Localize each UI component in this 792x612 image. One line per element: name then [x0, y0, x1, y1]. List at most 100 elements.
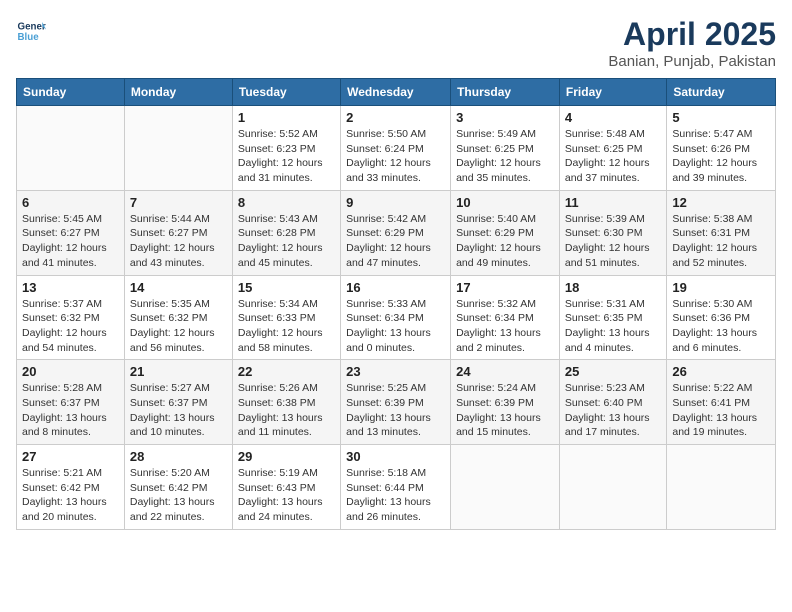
logo: General Blue	[16, 16, 46, 46]
weekday-header-friday: Friday	[559, 79, 666, 106]
calendar-cell: 25 Sunrise: 5:23 AM Sunset: 6:40 PM Dayli…	[559, 360, 666, 445]
day-info: Sunrise: 5:49 AM Sunset: 6:25 PM Dayligh…	[456, 127, 554, 186]
calendar-cell	[124, 106, 232, 191]
svg-text:General: General	[18, 22, 47, 33]
day-number: 3	[456, 110, 554, 125]
calendar-week-row: 1 Sunrise: 5:52 AM Sunset: 6:23 PM Daylig…	[17, 106, 776, 191]
calendar-cell: 15 Sunrise: 5:34 AM Sunset: 6:33 PM Dayli…	[232, 275, 340, 360]
calendar-cell: 20 Sunrise: 5:28 AM Sunset: 6:37 PM Dayli…	[17, 360, 125, 445]
weekday-header-row: SundayMondayTuesdayWednesdayThursdayFrid…	[17, 79, 776, 106]
day-info: Sunrise: 5:26 AM Sunset: 6:38 PM Dayligh…	[238, 381, 335, 440]
day-number: 7	[130, 195, 227, 210]
day-number: 24	[456, 364, 554, 379]
day-info: Sunrise: 5:31 AM Sunset: 6:35 PM Dayligh…	[565, 297, 661, 356]
calendar-cell: 18Sunrise: 5:31 AM Sunset: 6:35 PM Dayli…	[559, 275, 666, 360]
calendar-cell	[667, 445, 776, 530]
weekday-header-wednesday: Wednesday	[341, 79, 451, 106]
calendar-cell: 29 Sunrise: 5:19 AM Sunset: 6:43 PM Dayli…	[232, 445, 340, 530]
day-number: 20	[22, 364, 119, 379]
calendar-cell	[451, 445, 560, 530]
day-info: Sunrise: 5:33 AM Sunset: 6:34 PM Dayligh…	[346, 297, 445, 356]
calendar-cell: 10 Sunrise: 5:40 AM Sunset: 6:29 PM Dayli…	[451, 190, 560, 275]
calendar-cell: 3 Sunrise: 5:49 AM Sunset: 6:25 PM Daylig…	[451, 106, 560, 191]
calendar-cell: 6Sunrise: 5:45 AM Sunset: 6:27 PM Daylig…	[17, 190, 125, 275]
day-info: Sunrise: 5:22 AM Sunset: 6:41 PM Dayligh…	[672, 381, 770, 440]
calendar-week-row: 27 Sunrise: 5:21 AM Sunset: 6:42 PM Dayli…	[17, 445, 776, 530]
day-number: 15	[238, 280, 335, 295]
day-number: 4	[565, 110, 661, 125]
day-number: 14	[130, 280, 227, 295]
day-number: 30	[346, 449, 445, 464]
calendar-cell: 12 Sunrise: 5:38 AM Sunset: 6:31 PM Dayli…	[667, 190, 776, 275]
weekday-header-monday: Monday	[124, 79, 232, 106]
day-info: Sunrise: 5:19 AM Sunset: 6:43 PM Dayligh…	[238, 466, 335, 525]
day-number: 28	[130, 449, 227, 464]
calendar-cell: 22Sunrise: 5:26 AM Sunset: 6:38 PM Dayli…	[232, 360, 340, 445]
day-number: 10	[456, 195, 554, 210]
calendar-cell	[559, 445, 666, 530]
day-info: Sunrise: 5:52 AM Sunset: 6:23 PM Dayligh…	[238, 127, 335, 186]
day-info: Sunrise: 5:34 AM Sunset: 6:33 PM Dayligh…	[238, 297, 335, 356]
day-info: Sunrise: 5:24 AM Sunset: 6:39 PM Dayligh…	[456, 381, 554, 440]
day-number: 27	[22, 449, 119, 464]
weekday-header-saturday: Saturday	[667, 79, 776, 106]
day-info: Sunrise: 5:18 AM Sunset: 6:44 PM Dayligh…	[346, 466, 445, 525]
day-number: 5	[672, 110, 770, 125]
calendar-cell: 16 Sunrise: 5:33 AM Sunset: 6:34 PM Dayli…	[341, 275, 451, 360]
location: Banian, Punjab, Pakistan	[608, 53, 776, 70]
day-number: 16	[346, 280, 445, 295]
weekday-header-thursday: Thursday	[451, 79, 560, 106]
page-header: General Blue April 2025 Banian, Punjab, …	[16, 16, 776, 70]
day-number: 11	[565, 195, 661, 210]
calendar-cell: 27 Sunrise: 5:21 AM Sunset: 6:42 PM Dayli…	[17, 445, 125, 530]
day-number: 19	[672, 280, 770, 295]
day-info: Sunrise: 5:42 AM Sunset: 6:29 PM Dayligh…	[346, 212, 445, 271]
day-info: Sunrise: 5:37 AM Sunset: 6:32 PM Dayligh…	[22, 297, 119, 356]
day-number: 12	[672, 195, 770, 210]
day-info: Sunrise: 5:43 AM Sunset: 6:28 PM Dayligh…	[238, 212, 335, 271]
day-info: Sunrise: 5:21 AM Sunset: 6:42 PM Dayligh…	[22, 466, 119, 525]
calendar-cell: 28Sunrise: 5:20 AM Sunset: 6:42 PM Dayli…	[124, 445, 232, 530]
calendar-cell: 4Sunrise: 5:48 AM Sunset: 6:25 PM Daylig…	[559, 106, 666, 191]
day-info: Sunrise: 5:40 AM Sunset: 6:29 PM Dayligh…	[456, 212, 554, 271]
calendar-week-row: 6Sunrise: 5:45 AM Sunset: 6:27 PM Daylig…	[17, 190, 776, 275]
title-block: April 2025 Banian, Punjab, Pakistan	[608, 16, 776, 70]
day-number: 8	[238, 195, 335, 210]
calendar-cell: 9 Sunrise: 5:42 AM Sunset: 6:29 PM Daylig…	[341, 190, 451, 275]
weekday-header-tuesday: Tuesday	[232, 79, 340, 106]
month-title: April 2025	[608, 16, 776, 53]
day-number: 21	[130, 364, 227, 379]
day-number: 26	[672, 364, 770, 379]
calendar-cell: 1 Sunrise: 5:52 AM Sunset: 6:23 PM Daylig…	[232, 106, 340, 191]
day-number: 29	[238, 449, 335, 464]
calendar-cell: 7 Sunrise: 5:44 AM Sunset: 6:27 PM Daylig…	[124, 190, 232, 275]
day-info: Sunrise: 5:23 AM Sunset: 6:40 PM Dayligh…	[565, 381, 661, 440]
svg-text:Blue: Blue	[18, 32, 40, 43]
day-number: 25	[565, 364, 661, 379]
day-number: 9	[346, 195, 445, 210]
day-info: Sunrise: 5:47 AM Sunset: 6:26 PM Dayligh…	[672, 127, 770, 186]
calendar-cell: 11 Sunrise: 5:39 AM Sunset: 6:30 PM Dayli…	[559, 190, 666, 275]
calendar-week-row: 13 Sunrise: 5:37 AM Sunset: 6:32 PM Dayli…	[17, 275, 776, 360]
day-number: 1	[238, 110, 335, 125]
day-info: Sunrise: 5:35 AM Sunset: 6:32 PM Dayligh…	[130, 297, 227, 356]
calendar-cell: 2Sunrise: 5:50 AM Sunset: 6:24 PM Daylig…	[341, 106, 451, 191]
day-number: 13	[22, 280, 119, 295]
day-info: Sunrise: 5:38 AM Sunset: 6:31 PM Dayligh…	[672, 212, 770, 271]
calendar-cell: 19Sunrise: 5:30 AM Sunset: 6:36 PM Dayli…	[667, 275, 776, 360]
calendar-week-row: 20 Sunrise: 5:28 AM Sunset: 6:37 PM Dayli…	[17, 360, 776, 445]
calendar-cell: 17Sunrise: 5:32 AM Sunset: 6:34 PM Dayli…	[451, 275, 560, 360]
day-info: Sunrise: 5:44 AM Sunset: 6:27 PM Dayligh…	[130, 212, 227, 271]
logo-icon: General Blue	[16, 16, 46, 46]
calendar-cell	[17, 106, 125, 191]
calendar-cell: 23Sunrise: 5:25 AM Sunset: 6:39 PM Dayli…	[341, 360, 451, 445]
calendar-cell: 8 Sunrise: 5:43 AM Sunset: 6:28 PM Daylig…	[232, 190, 340, 275]
day-info: Sunrise: 5:28 AM Sunset: 6:37 PM Dayligh…	[22, 381, 119, 440]
calendar-cell: 26 Sunrise: 5:22 AM Sunset: 6:41 PM Dayli…	[667, 360, 776, 445]
day-info: Sunrise: 5:45 AM Sunset: 6:27 PM Dayligh…	[22, 212, 119, 271]
calendar-cell: 14 Sunrise: 5:35 AM Sunset: 6:32 PM Dayli…	[124, 275, 232, 360]
day-number: 2	[346, 110, 445, 125]
weekday-header-sunday: Sunday	[17, 79, 125, 106]
calendar-cell: 24 Sunrise: 5:24 AM Sunset: 6:39 PM Dayli…	[451, 360, 560, 445]
day-info: Sunrise: 5:39 AM Sunset: 6:30 PM Dayligh…	[565, 212, 661, 271]
